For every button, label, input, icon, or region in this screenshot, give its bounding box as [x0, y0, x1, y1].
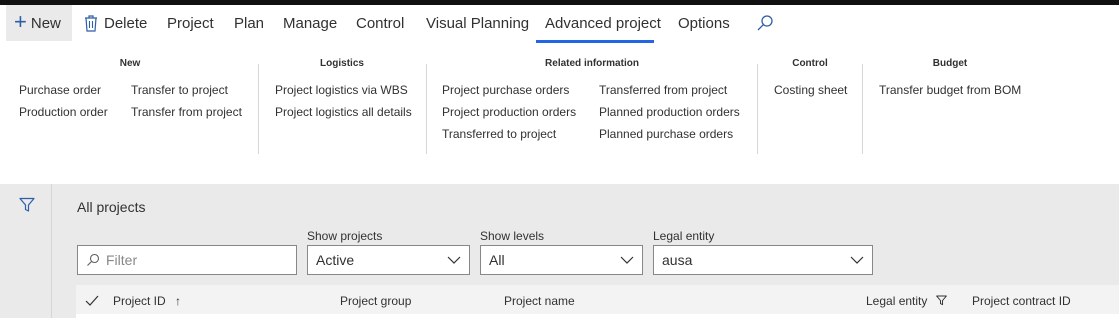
- grid-body: [76, 314, 1119, 318]
- tab-options[interactable]: Options: [678, 5, 730, 41]
- transfer-to-project-button[interactable]: Transfer to project: [131, 83, 228, 97]
- search-icon: [87, 253, 100, 266]
- legal-entity-dropdown[interactable]: ausa: [653, 245, 873, 275]
- show-projects-dropdown[interactable]: Active: [307, 245, 470, 275]
- tab-plan[interactable]: Plan: [234, 5, 264, 41]
- show-projects-label: Show projects: [307, 229, 383, 243]
- planned-purchase-orders-button[interactable]: Planned purchase orders: [599, 127, 733, 141]
- checkmark-icon[interactable]: [85, 295, 99, 307]
- transfer-budget-from-bom-button[interactable]: Transfer budget from BOM: [879, 83, 1021, 97]
- group-title-control: Control: [792, 58, 828, 69]
- new-button[interactable]: + New: [6, 5, 72, 41]
- show-levels-value: All: [489, 252, 505, 268]
- group-separator: [757, 64, 758, 154]
- group-title-new: New: [119, 58, 141, 69]
- ribbon-panel: New Purchase order Production order Tran…: [0, 44, 1119, 184]
- group-separator: [426, 64, 427, 154]
- costing-sheet-button[interactable]: Costing sheet: [774, 83, 847, 97]
- search-icon: [757, 15, 773, 31]
- project-production-orders-button[interactable]: Project production orders: [442, 105, 576, 119]
- tab-manage[interactable]: Manage: [283, 5, 337, 41]
- tab-project[interactable]: Project: [167, 5, 214, 41]
- delete-button-label: Delete: [104, 14, 148, 32]
- filter-icon: [19, 197, 35, 212]
- filter-placeholder: Filter: [106, 252, 138, 268]
- chevron-down-icon: [620, 256, 634, 264]
- page-title: All projects: [77, 199, 146, 215]
- sort-ascending-icon: ↑: [175, 294, 182, 308]
- planned-production-orders-button[interactable]: Planned production orders: [599, 105, 740, 119]
- group-title-logistics: Logistics: [320, 58, 364, 69]
- transferred-to-project-button[interactable]: Transferred to project: [442, 127, 556, 141]
- show-projects-value: Active: [316, 252, 355, 268]
- chevron-down-icon: [850, 256, 864, 264]
- legal-entity-value: ausa: [662, 252, 693, 268]
- transferred-from-project-button[interactable]: Transferred from project: [599, 83, 727, 97]
- filter-pane-toggle[interactable]: [0, 184, 52, 318]
- legal-entity-label: Legal entity: [653, 229, 715, 243]
- group-title-related-information: Related information: [545, 58, 639, 69]
- tab-control[interactable]: Control: [356, 5, 404, 41]
- show-levels-label: Show levels: [480, 229, 545, 243]
- filter-input[interactable]: Filter: [77, 245, 297, 275]
- group-title-budget: Budget: [932, 58, 968, 69]
- production-order-button[interactable]: Production order: [19, 105, 108, 119]
- active-tab-indicator: [536, 40, 654, 43]
- delete-button[interactable]: Delete: [84, 5, 147, 41]
- action-pane-toolbar: + New Delete Project Plan Manage Control…: [0, 5, 1119, 44]
- column-header-project-name[interactable]: Project name: [504, 294, 575, 308]
- column-header-project-id[interactable]: Project ID ↑: [113, 294, 181, 308]
- tab-visual-planning[interactable]: Visual Planning: [426, 5, 529, 41]
- filter-icon: [935, 295, 947, 306]
- project-logistics-wbs-button[interactable]: Project logistics via WBS: [275, 83, 408, 97]
- trash-icon: [85, 14, 97, 32]
- show-levels-dropdown[interactable]: All: [480, 245, 643, 275]
- new-button-label: New: [30, 14, 61, 32]
- transfer-from-project-button[interactable]: Transfer from project: [131, 105, 242, 119]
- tab-advanced-project[interactable]: Advanced project: [545, 5, 661, 41]
- project-logistics-all-details-button[interactable]: Project logistics all details: [275, 105, 412, 119]
- plus-icon: +: [14, 9, 27, 34]
- purchase-order-button[interactable]: Purchase order: [19, 83, 101, 97]
- chevron-down-icon: [447, 256, 461, 264]
- group-separator: [862, 64, 863, 154]
- column-header-project-contract-id[interactable]: Project contract ID: [972, 294, 1071, 308]
- project-purchase-orders-button[interactable]: Project purchase orders: [442, 83, 569, 97]
- search-button[interactable]: [756, 14, 774, 37]
- group-separator: [258, 64, 259, 154]
- column-header-legal-entity[interactable]: Legal entity: [866, 294, 947, 308]
- column-header-project-group[interactable]: Project group: [340, 294, 411, 308]
- list-page-content: All projects Filter Show projects Active…: [0, 184, 1119, 318]
